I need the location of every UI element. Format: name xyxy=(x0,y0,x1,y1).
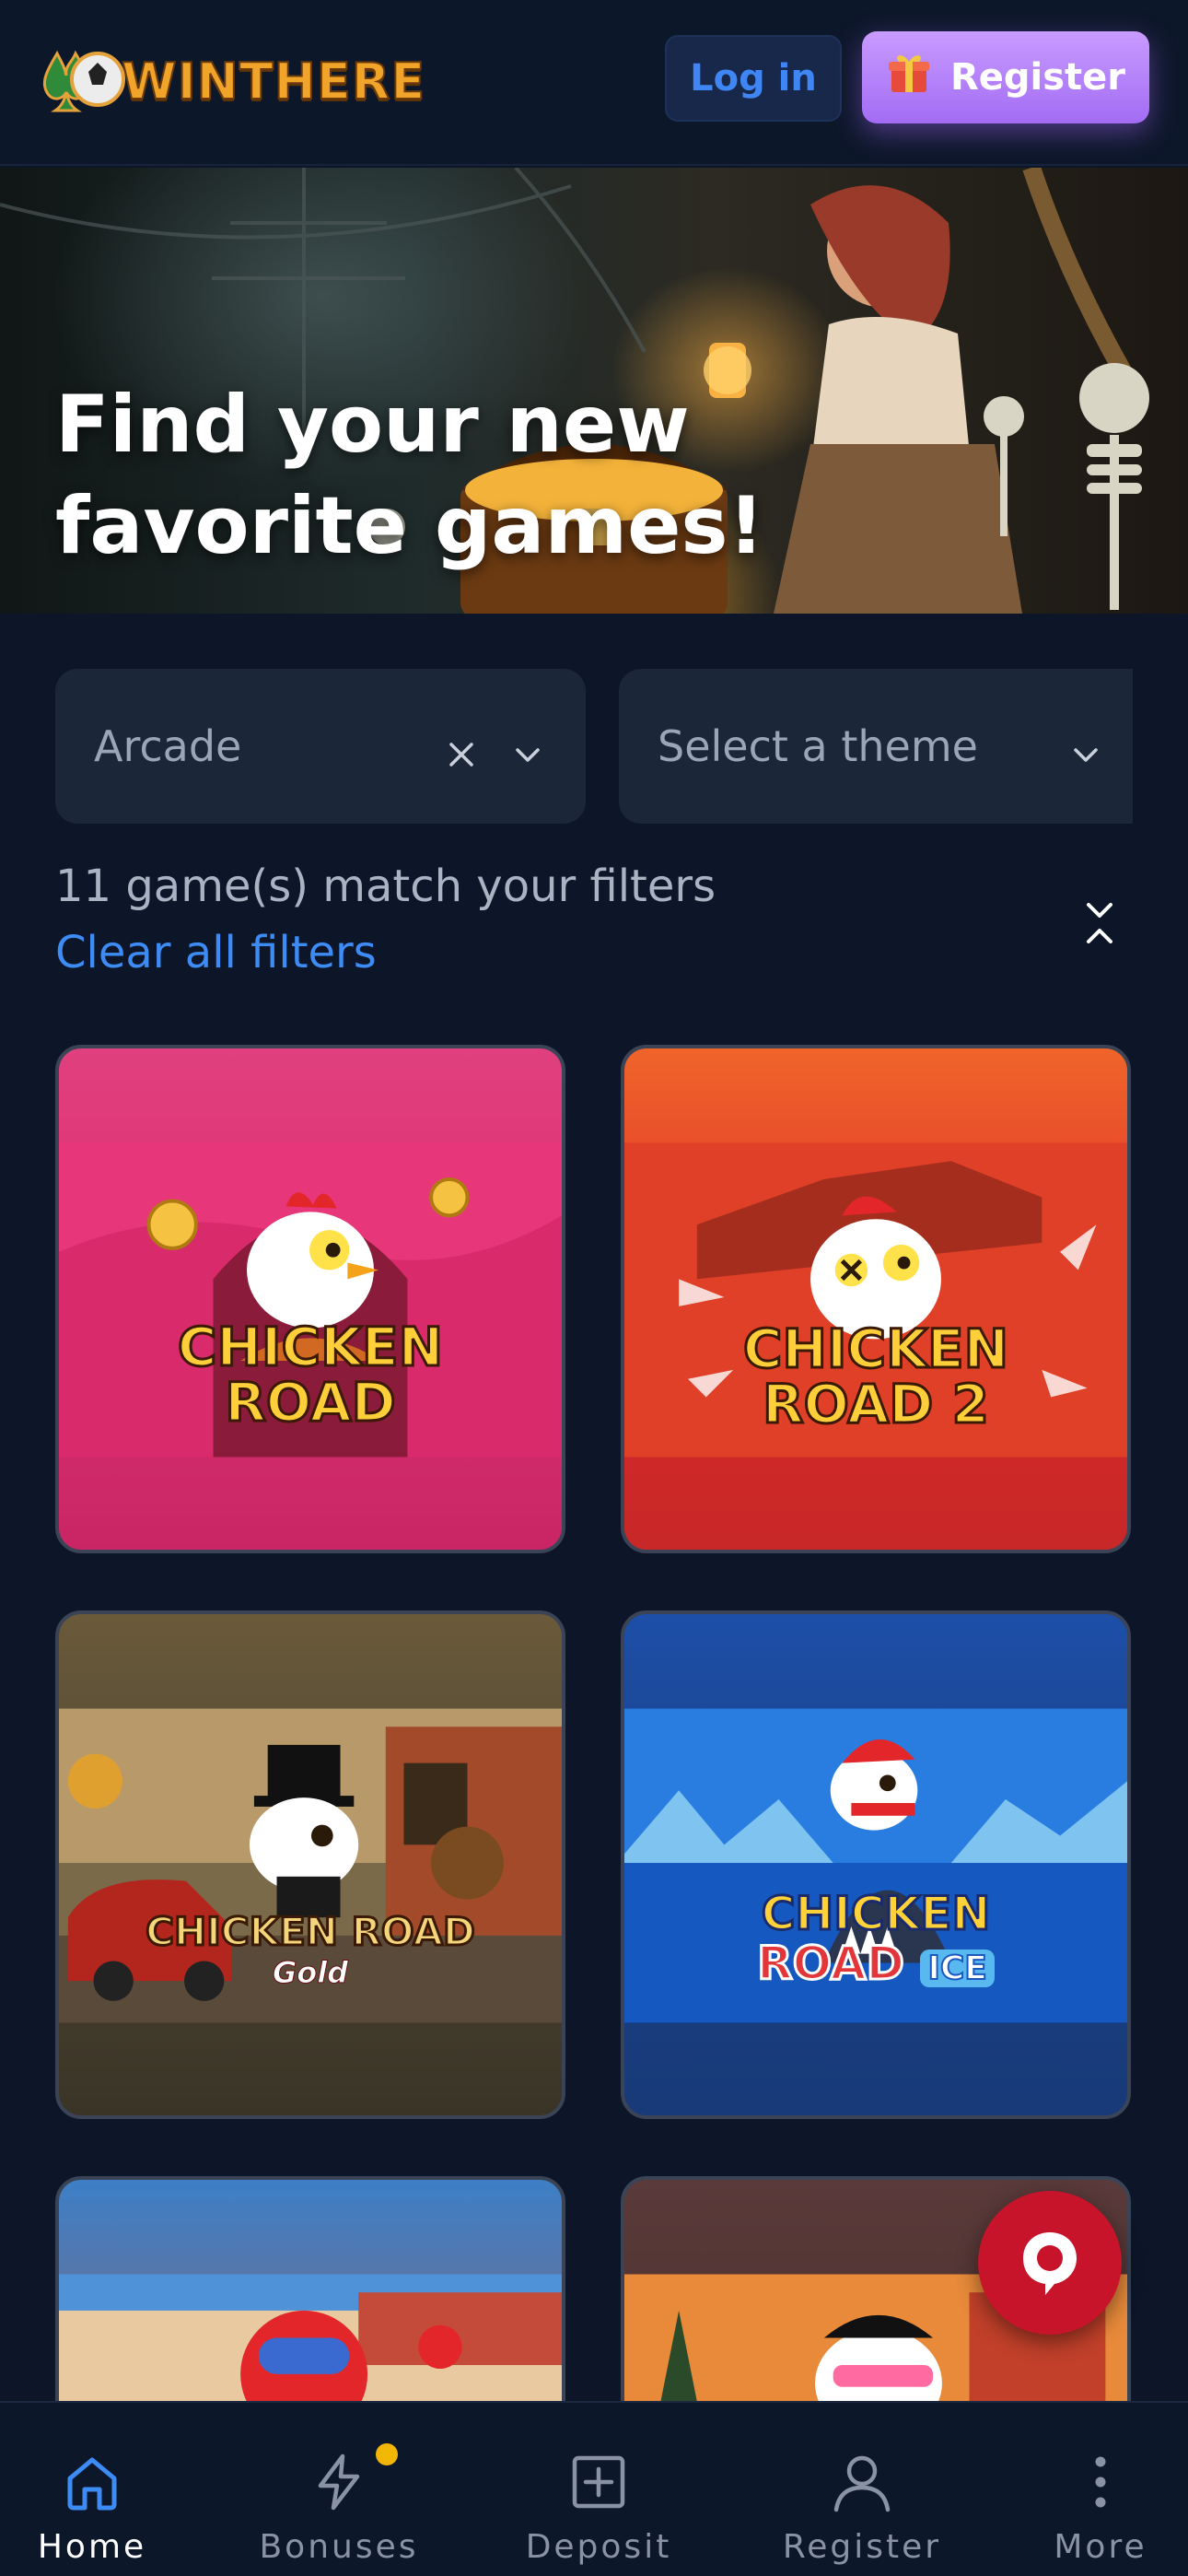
nav-register[interactable]: Register xyxy=(779,2403,945,2576)
nav-home[interactable]: Home xyxy=(18,2403,166,2576)
nav-deposit[interactable]: Deposit xyxy=(516,2403,681,2576)
game-title-word: ROAD xyxy=(756,1936,906,1992)
game-title-line2: ROAD ICE xyxy=(624,1936,1127,1992)
gift-icon xyxy=(886,50,932,105)
nav-more[interactable]: More xyxy=(1031,2403,1170,2576)
chevron-down-icon xyxy=(1070,731,1101,762)
clear-all-filters-link[interactable]: Clear all filters xyxy=(55,927,377,978)
game-title-line2: Gold xyxy=(272,1955,349,1991)
theme-select[interactable]: Select a theme xyxy=(619,669,1133,824)
game-title-line2: ROAD xyxy=(224,1370,397,1435)
nav-label: Bonuses xyxy=(259,2528,419,2566)
chat-bubble-icon xyxy=(1023,2232,1077,2295)
game-title-line1: CHICKEN xyxy=(760,1886,992,1942)
game-title-line1: CHICKEN xyxy=(176,1315,444,1380)
lightning-icon xyxy=(306,2443,398,2515)
game-card-chicken-road-gold[interactable]: CHICKEN ROAD Gold xyxy=(55,1610,565,2119)
brand-logo[interactable]: WINTHERE xyxy=(37,35,425,127)
game-title-line1: CHICKEN xyxy=(741,1317,1009,1382)
hero-title: Find your new favorite games! xyxy=(55,379,764,572)
live-chat-button[interactable] xyxy=(978,2191,1122,2335)
chevron-down-icon xyxy=(512,731,543,762)
plus-square-icon xyxy=(565,2449,632,2515)
category-select-value: Arcade xyxy=(94,721,242,771)
nav-label: Register xyxy=(782,2528,942,2566)
game-card-chicken-road[interactable]: CHICKEN ROAD xyxy=(55,1045,565,1553)
login-button[interactable]: Log in xyxy=(665,35,842,122)
user-icon xyxy=(829,2449,895,2515)
nav-label: More xyxy=(1054,2528,1147,2566)
filter-result-count: 11 game(s) match your filters xyxy=(55,861,716,912)
nav-label: Deposit xyxy=(525,2528,672,2566)
notification-badge xyxy=(376,2443,398,2465)
game-title-tag: ICE xyxy=(920,1949,995,1988)
game-card-chicken-road-2[interactable]: CHICKEN ROAD 2 xyxy=(621,1045,1131,1553)
register-button[interactable]: Register xyxy=(862,31,1149,123)
clear-category-icon[interactable] xyxy=(446,731,477,767)
game-title-line2: ROAD 2 xyxy=(762,1372,991,1437)
game-card-chicken-road-ice[interactable]: CHICKEN ROAD ICE xyxy=(621,1610,1131,2119)
theme-select-placeholder: Select a theme xyxy=(658,721,978,771)
hero-banner: Find your new favorite games! xyxy=(0,168,1188,614)
register-button-label: Register xyxy=(949,56,1126,99)
nav-bonuses[interactable]: Bonuses xyxy=(258,2403,420,2576)
dots-vertical-icon xyxy=(1067,2449,1134,2515)
top-header: WINTHERE Log in Register xyxy=(0,0,1188,166)
category-select[interactable]: Arcade xyxy=(55,669,586,824)
bottom-navigation: Home Bonuses Deposit Register More xyxy=(0,2401,1188,2576)
home-icon xyxy=(59,2449,125,2515)
collapse-filters-icon[interactable] xyxy=(1076,896,1124,951)
brand-name: WINTHERE xyxy=(121,52,426,111)
nav-label: Home xyxy=(37,2528,147,2566)
logo-emblem-icon xyxy=(37,35,129,127)
game-title-line1: CHICKEN ROAD xyxy=(145,1908,477,1956)
